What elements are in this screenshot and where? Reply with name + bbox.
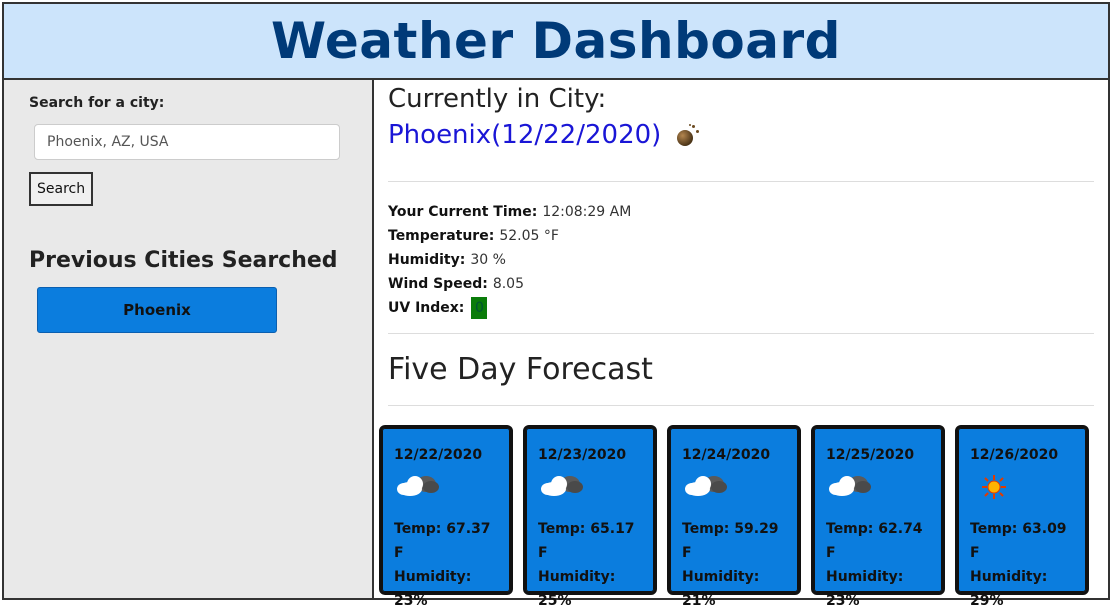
- forecast-humidity-value: 23%: [394, 593, 428, 609]
- forecast-temp: Temp: 62.74 F: [826, 521, 923, 561]
- humidity-row: Humidity: 30 %: [388, 248, 631, 272]
- previous-cities-title: Previous Cities Searched: [29, 248, 338, 273]
- divider: [388, 405, 1094, 406]
- forecast-humidity-label: Humidity:: [682, 569, 760, 585]
- forecast-date: 12/25/2020: [826, 447, 915, 463]
- forecast-humidity-value: 21%: [682, 593, 716, 609]
- forecast-humidity-label: Humidity:: [970, 569, 1048, 585]
- current-time-row: Your Current Time: 12:08:29 AM: [388, 200, 631, 224]
- app-frame: Weather Dashboard Search for a city: Sea…: [2, 2, 1110, 609]
- wind-label: Wind Speed:: [388, 276, 488, 292]
- main-panel: Currently in City: Phoenix(12/22/2020) Y…: [374, 80, 1108, 609]
- humidity-value: 30 %: [470, 252, 506, 268]
- forecast-date: 12/22/2020: [394, 447, 483, 463]
- temperature-row: Temperature: 52.05 °F: [388, 224, 631, 248]
- forecast-humidity-value: 23%: [826, 593, 860, 609]
- cloud-icon: [538, 467, 644, 507]
- current-details: Your Current Time: 12:08:29 AM Temperatu…: [388, 200, 631, 320]
- uv-label: UV Index:: [388, 300, 465, 316]
- wind-row: Wind Speed: 8.05: [388, 272, 631, 296]
- forecast-card: 12/26/2020 Temp: 63.09 F Humidity: 29%: [955, 425, 1089, 609]
- previous-city-button[interactable]: Phoenix: [37, 287, 277, 333]
- forecast-temp: Temp: 67.37 F: [394, 521, 491, 561]
- forecast-card: 12/25/2020 Temp: 62.74 F Humidity: 23%: [811, 425, 945, 609]
- current-city-label: Currently in City:: [388, 84, 607, 114]
- forecast-temp: Temp: 63.09 F: [970, 521, 1067, 561]
- forecast-date: 12/23/2020: [538, 447, 627, 463]
- temperature-label: Temperature:: [388, 228, 495, 244]
- forecast-details: Temp: 63.09 F Humidity: 29%: [970, 517, 1076, 613]
- forecast-humidity-value: 29%: [970, 593, 1004, 609]
- search-input[interactable]: [34, 124, 340, 160]
- forecast-details: Temp: 62.74 F Humidity: 23%: [826, 517, 932, 613]
- forecast-card: 12/23/2020 Temp: 65.17 F Humidity: 25%: [523, 425, 657, 609]
- forecast-details: Temp: 59.29 F Humidity: 21%: [682, 517, 788, 613]
- forecast-cards: 12/22/2020 Temp: 67.37 F Humidity: 23% 12/2…: [379, 425, 1089, 609]
- uv-row: UV Index: 0: [388, 296, 631, 320]
- humidity-label: Humidity:: [388, 252, 466, 268]
- page-title: Weather Dashboard: [271, 12, 841, 70]
- divider: [388, 181, 1094, 182]
- forecast-humidity-value: 25%: [538, 593, 572, 609]
- search-button[interactable]: Search: [29, 172, 94, 206]
- sidebar: Search for a city: Search Previous Citie…: [4, 80, 374, 598]
- cloud-icon: [682, 467, 788, 507]
- wind-value: 8.05: [492, 276, 524, 292]
- forecast-date: 12/26/2020: [970, 447, 1059, 463]
- forecast-card: 12/24/2020 Temp: 59.29 F Humidity: 21%: [667, 425, 801, 609]
- forecast-humidity-label: Humidity:: [826, 569, 904, 585]
- forecast-humidity-label: Humidity:: [394, 569, 472, 585]
- time-label: Your Current Time:: [388, 204, 538, 220]
- search-label: Search for a city:: [29, 95, 165, 111]
- cloud-icon: [826, 467, 932, 507]
- forecast-temp: Temp: 59.29 F: [682, 521, 779, 561]
- cloud-icon: [394, 467, 500, 507]
- forecast-details: Temp: 65.17 F Humidity: 25%: [538, 517, 644, 613]
- forecast-card: 12/22/2020 Temp: 67.37 F Humidity: 23%: [379, 425, 513, 609]
- forecast-humidity-label: Humidity:: [538, 569, 616, 585]
- night-icon: [675, 124, 700, 146]
- sun-icon: [970, 467, 1076, 507]
- temperature-value: 52.05 °F: [499, 228, 559, 244]
- forecast-details: Temp: 67.37 F Humidity: 23%: [394, 517, 500, 613]
- current-city-heading: Phoenix(12/22/2020): [388, 120, 700, 150]
- uv-badge: 0: [471, 297, 488, 319]
- time-value: 12:08:29 AM: [542, 204, 632, 220]
- header: Weather Dashboard: [4, 4, 1108, 80]
- forecast-temp: Temp: 65.17 F: [538, 521, 635, 561]
- forecast-date: 12/24/2020: [682, 447, 771, 463]
- forecast-title: Five Day Forecast: [388, 352, 653, 387]
- city-date: Phoenix(12/22/2020): [388, 120, 662, 150]
- divider: [388, 333, 1094, 334]
